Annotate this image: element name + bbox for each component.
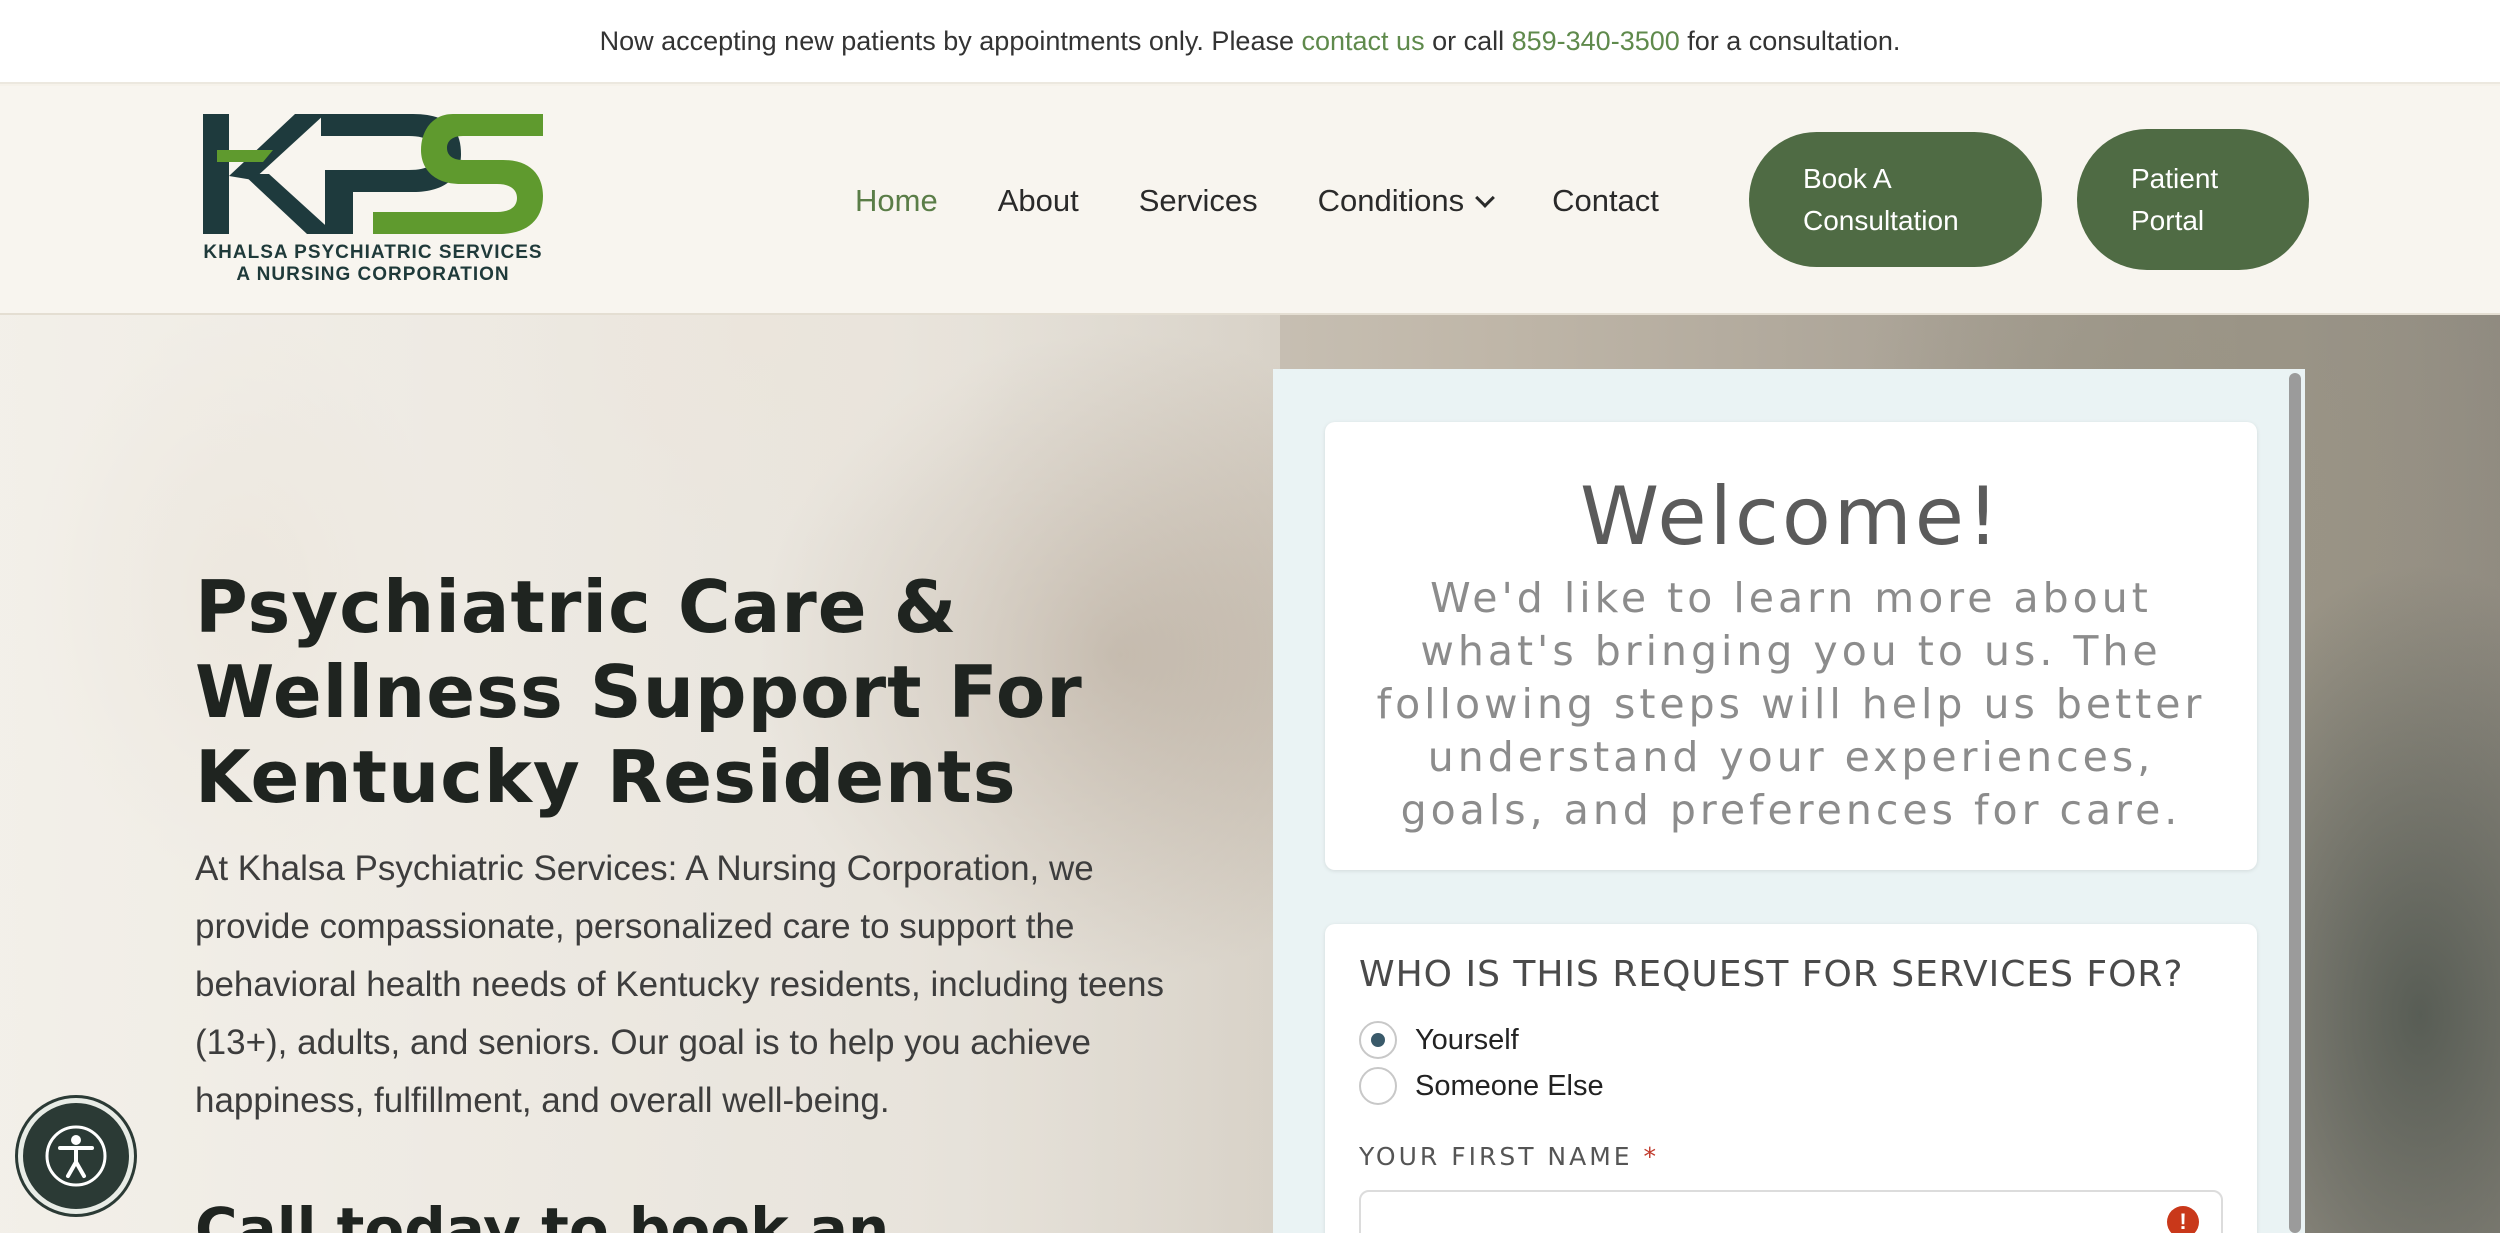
kps-logo[interactable]: KHALSA PSYCHIATRIC SERVICES A NURSING CO… (203, 114, 543, 294)
nav-about-label: About (997, 182, 1079, 218)
request-for-question: WHO IS THIS REQUEST FOR SERVICES FOR? (1359, 954, 2184, 995)
first-name-label: YOUR FIRST NAME * (1359, 1142, 1659, 1171)
radio-someone-else[interactable] (1359, 1067, 1397, 1105)
logo-line-2: A NURSING CORPORATION (236, 264, 510, 285)
nav-services-label: Services (1138, 182, 1258, 218)
nav-services[interactable]: Services (1139, 183, 1258, 219)
nav-contact[interactable]: Contact (1552, 183, 1659, 219)
first-name-field[interactable]: ! (1359, 1190, 2223, 1233)
option-yourself[interactable]: Yourself (1359, 1021, 1519, 1059)
announcement-text-suffix: for a consultation. (1679, 25, 1901, 56)
nav-conditions[interactable]: Conditions (1317, 182, 1495, 219)
nav-contact-label: Contact (1552, 182, 1659, 218)
patient-portal-label: Patient Portal (2131, 162, 2219, 236)
intake-form-panel: Welcome! We'd like to learn more about w… (1273, 369, 2305, 1233)
contact-us-link[interactable]: contact us (1302, 26, 1425, 57)
logo-line-1: KHALSA PSYCHIATRIC SERVICES (203, 242, 543, 263)
exclamation-icon: ! (2167, 1206, 2199, 1233)
first-name-label-text: YOUR FIRST NAME (1359, 1142, 1633, 1171)
request-form-card: WHO IS THIS REQUEST FOR SERVICES FOR? Yo… (1325, 924, 2257, 1233)
book-consultation-button[interactable]: Book A Consultation (1749, 132, 2042, 267)
option-someone-else[interactable]: Someone Else (1359, 1067, 1604, 1105)
hero-description: At Khalsa Psychiatric Services: A Nursin… (195, 849, 1164, 1120)
hero-title: Psychiatric Care & Wellness Support For … (195, 565, 1083, 819)
announcement-text-middle: or call (1424, 25, 1512, 56)
welcome-subtitle: We'd like to learn more about what's bri… (1376, 574, 2206, 834)
hero-cta-heading: Call today to book an (195, 1195, 890, 1233)
form-scrollbar[interactable] (2289, 373, 2301, 1233)
patient-portal-button[interactable]: Patient Portal (2077, 129, 2309, 270)
main-nav: Home About Services Conditions Contact (855, 86, 1659, 315)
announcement-text-prefix: Now accepting new patients by appointmen… (599, 25, 1302, 56)
required-marker: * (1643, 1142, 1660, 1171)
site-header: KHALSA PSYCHIATRIC SERVICES A NURSING CO… (0, 86, 2500, 315)
kps-logo-mark (203, 114, 543, 234)
chevron-down-icon (1475, 187, 1495, 208)
welcome-card: Welcome! We'd like to learn more about w… (1325, 422, 2257, 870)
option-yourself-label: Yourself (1415, 1023, 1519, 1056)
radio-yourself[interactable] (1359, 1021, 1397, 1059)
accessibility-icon (45, 1125, 107, 1187)
phone-link[interactable]: 859-340-3500 (1512, 26, 1680, 57)
option-someone-else-label: Someone Else (1415, 1069, 1604, 1102)
announcement-bar: Now accepting new patients by appointmen… (0, 0, 2500, 84)
welcome-title: Welcome! (1579, 470, 2002, 563)
nav-conditions-label: Conditions (1317, 182, 1465, 218)
nav-home[interactable]: Home (855, 183, 938, 219)
book-consultation-label: Book A Consultation (1803, 162, 1959, 236)
nav-home-label: Home (855, 182, 938, 218)
nav-about[interactable]: About (998, 183, 1079, 219)
accessibility-button[interactable] (18, 1098, 134, 1214)
